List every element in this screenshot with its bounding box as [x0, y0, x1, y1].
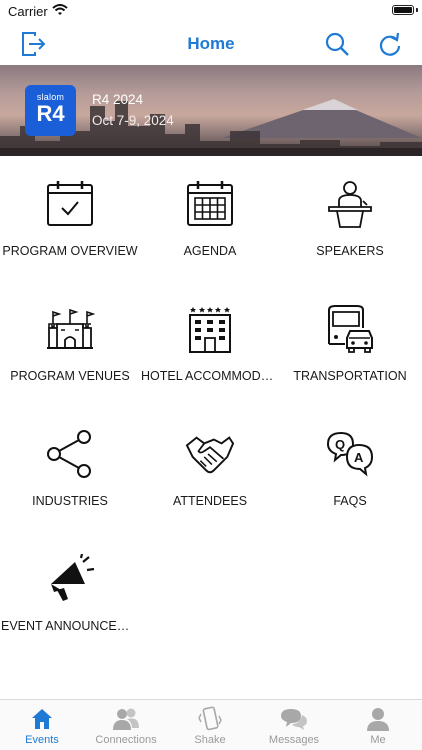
tile-program-venues[interactable]: PROGRAM VENUES [0, 281, 140, 406]
battery-icon [392, 5, 414, 15]
page-title: Home [187, 34, 235, 53]
hotel-icon [185, 303, 235, 355]
bus-car-icon [325, 303, 375, 355]
tile-event-announcements[interactable]: EVENT ANNOUNCEMEN... [0, 531, 140, 656]
event-dates: Oct 7-9, 2024 [92, 113, 174, 128]
tile-agenda[interactable]: AGENDA [140, 156, 280, 281]
tab-label: Connections [95, 734, 157, 746]
calendar-grid-icon [185, 178, 235, 230]
tab-bar: Events Connections Shake Messages Me [0, 699, 422, 750]
tab-label: Messages [268, 734, 320, 746]
event-name: R4 2024 [92, 92, 144, 107]
venue-castle-icon [45, 303, 95, 355]
tab-shake[interactable]: Shake [168, 700, 252, 750]
tab-label: Events [25, 734, 59, 746]
svg-text:Q: Q [335, 437, 345, 452]
tile-label: AGENDA [183, 244, 237, 258]
calendar-check-icon [45, 178, 95, 230]
people-icon [113, 706, 139, 732]
search-icon [325, 32, 349, 56]
carrier-label: Carrier [8, 4, 48, 19]
tile-label: SPEAKERS [316, 244, 384, 258]
tab-connections[interactable]: Connections [84, 700, 168, 750]
svg-text:A: A [354, 450, 364, 465]
nav-bar: Home [0, 22, 422, 65]
wifi-icon [52, 3, 68, 21]
event-banner[interactable]: slalom R4 R4 2024 Oct 7-9, 2024 [0, 65, 422, 156]
chat-bubbles-icon [281, 706, 307, 732]
tile-label: INDUSTRIES [32, 494, 108, 508]
battery-tip [416, 8, 418, 12]
tile-label: TRANSPORTATION [293, 369, 407, 383]
tile-label: EVENT ANNOUNCEMEN... [1, 619, 140, 633]
person-icon [365, 706, 391, 732]
share-nodes-icon [45, 428, 95, 480]
tile-speakers[interactable]: SPEAKERS [280, 156, 420, 281]
tile-label: PROGRAM OVERVIEW [2, 244, 138, 258]
tile-faqs[interactable]: QA FAQS [280, 406, 420, 531]
feature-grid: PROGRAM OVERVIEW AGENDA SPEAKERS PROGRAM… [0, 156, 422, 676]
phone-shake-icon [197, 706, 223, 732]
refresh-button[interactable] [375, 29, 405, 59]
megaphone-icon [45, 553, 95, 605]
tab-me[interactable]: Me [336, 700, 420, 750]
logo-main-text: R4 [36, 101, 65, 126]
tile-label: ATTENDEES [172, 494, 248, 508]
tab-messages[interactable]: Messages [252, 700, 336, 750]
home-icon [29, 706, 55, 732]
tab-label: Shake [194, 734, 226, 746]
tab-label: Me [370, 734, 386, 746]
podium-speaker-icon [325, 178, 375, 230]
event-logo: slalom R4 [25, 85, 76, 136]
handshake-icon [185, 428, 235, 480]
search-button[interactable] [322, 29, 352, 59]
tile-program-overview[interactable]: PROGRAM OVERVIEW [0, 156, 140, 281]
tile-label: HOTEL ACCOMMODATI... [141, 369, 280, 383]
tile-transportation[interactable]: TRANSPORTATION [280, 281, 420, 406]
qa-bubbles-icon: QA [325, 428, 375, 480]
refresh-icon [379, 32, 401, 56]
tab-events[interactable]: Events [0, 700, 84, 750]
status-bar: Carrier [0, 0, 422, 22]
tile-hotel-accommodations[interactable]: HOTEL ACCOMMODATI... [140, 281, 280, 406]
tile-attendees[interactable]: ATTENDEES [140, 406, 280, 531]
tile-label: PROGRAM VENUES [10, 369, 130, 383]
tile-label: FAQS [333, 494, 367, 508]
tile-industries[interactable]: INDUSTRIES [0, 406, 140, 531]
